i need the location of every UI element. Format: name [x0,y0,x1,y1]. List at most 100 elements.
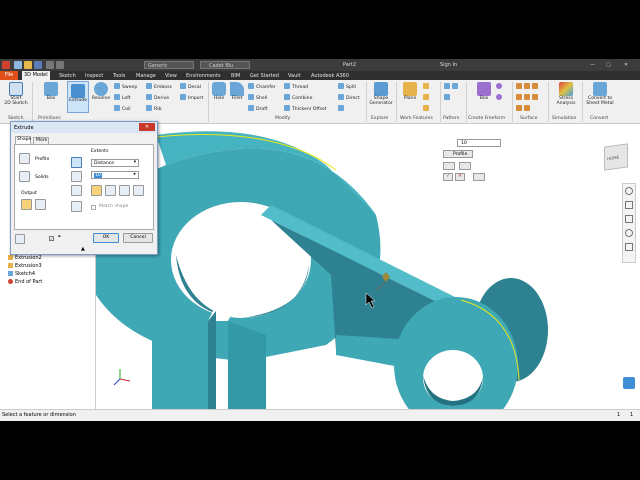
tab-manage[interactable]: Manage [136,73,156,79]
file-tab[interactable]: File [0,71,18,80]
orbit-icon[interactable] [625,229,633,237]
tab-bim[interactable]: BIM [231,73,240,79]
close-window-icon[interactable]: ✕ [624,62,628,68]
rect-pattern-button[interactable] [444,83,460,90]
box-button[interactable]: Box [40,82,62,101]
distance-field[interactable]: 10 ▸ [91,171,139,179]
match-shape-checkbox[interactable] [91,205,96,210]
browser-item[interactable]: Sketch4 [8,271,35,277]
tab-get-started[interactable]: Get Started [250,73,279,79]
convert-sheet-metal-button[interactable]: Convert to Sheet Metal [584,82,616,106]
browser-item[interactable]: End of Part [8,279,42,285]
mirror-button[interactable] [444,94,452,101]
tab-shape[interactable]: Shape [15,136,31,144]
maximize-icon[interactable]: ▢ [606,62,611,68]
pan-icon[interactable] [625,201,633,209]
graphics-window[interactable]: 10 Profile ✓ ✕ HOME [96,125,640,409]
fillet-button[interactable]: Fillet [228,82,246,101]
output-solid-button[interactable] [21,199,32,210]
preview-checkbox[interactable]: ✓ [49,236,54,241]
steering-wheel-icon[interactable] [625,187,633,195]
tab-sketch[interactable]: Sketch [59,73,76,79]
cut-button[interactable] [71,171,82,182]
direction-mini-button[interactable] [443,162,455,170]
revolve-button[interactable]: Revolve [90,82,112,101]
draft-button[interactable]: Draft [248,105,268,112]
tab-environments[interactable]: Environments [186,73,221,79]
chamfer-button[interactable]: Chamfer [248,83,276,90]
direction-2-button[interactable] [105,185,116,196]
ok-mini-icon[interactable]: ✓ [443,173,453,181]
ucs-button[interactable] [423,105,431,112]
zoom-icon[interactable] [625,215,633,223]
shape-generator-button[interactable]: Shape Generator [368,82,394,106]
symmetric-button[interactable] [119,185,130,196]
browser-item[interactable]: Extrusion3 [8,263,42,269]
profile-select-button[interactable] [19,153,30,164]
more-mini-button[interactable] [473,173,485,181]
undo-icon[interactable] [46,61,54,69]
coil-button[interactable]: Coil [114,105,131,112]
freeform-sphere-button[interactable] [496,83,504,90]
tab-vault[interactable]: Vault [288,73,301,79]
intersect-button[interactable] [71,185,82,196]
axis-button[interactable] [423,83,431,90]
ok-button[interactable]: OK [93,233,119,243]
surface-tools-3[interactable] [516,105,532,112]
minimize-icon[interactable]: — [590,62,595,68]
split-button[interactable]: Split [338,83,356,90]
help-button-icon[interactable] [623,377,635,389]
freeform-torus-button[interactable] [496,94,504,101]
help-icon[interactable] [15,234,25,244]
tab-tools[interactable]: Tools [113,73,125,79]
material-dropdown[interactable]: Generic [144,61,194,69]
expand-arrow-icon[interactable]: ▲ [81,246,85,252]
browser-item[interactable]: Extrusion2 [8,255,42,261]
emboss-button[interactable]: Emboss [146,83,172,90]
app-logo-icon[interactable] [2,61,10,69]
start-sketch-button[interactable]: Start 2D Sketch [4,82,28,106]
decal-button[interactable]: Decal [180,83,201,90]
rib-button[interactable]: Rib [146,105,161,112]
asymmetric-button[interactable] [133,185,144,196]
direction-1-button[interactable] [91,185,102,196]
shell-button[interactable]: Shell [248,94,267,101]
distance-mini-field[interactable]: 10 [457,139,501,147]
sign-in-link[interactable]: Sign In [440,62,457,68]
combine-button[interactable]: Combine [284,94,312,101]
tab-inspect[interactable]: Inspect [85,73,103,79]
stress-analysis-button[interactable]: Stress Analysis [552,82,580,106]
new-file-icon[interactable] [14,61,22,69]
tab-a360[interactable]: Autodesk A360 [311,73,349,79]
extents-dropdown[interactable]: Distance ▾ [91,159,139,167]
dialog-close-button[interactable]: ✕ [139,123,155,131]
tab-view[interactable]: View [165,73,177,79]
join-button[interactable] [71,157,82,168]
look-at-icon[interactable] [625,243,633,251]
profile-mini-dropdown[interactable]: Profile [443,150,473,158]
output-surface-button[interactable] [35,199,46,210]
derive-button[interactable]: Derive [146,94,169,101]
cancel-button[interactable]: Cancel [123,233,153,243]
open-icon[interactable] [24,61,32,69]
view-cube[interactable]: HOME [604,143,628,171]
surface-tools[interactable] [516,83,540,90]
new-solid-button[interactable] [71,201,82,212]
solids-select-button[interactable] [19,171,30,182]
redo-icon[interactable] [56,61,64,69]
appearance-dropdown[interactable]: Cadet Blu [200,61,250,69]
thread-button[interactable]: Thread [284,83,308,90]
save-icon[interactable] [34,61,42,69]
cancel-mini-icon[interactable]: ✕ [455,173,465,181]
tab-3d-model[interactable]: 3D Model [22,71,50,80]
import-button[interactable]: Import [180,94,203,101]
extrude-button[interactable]: Extrude [67,81,89,113]
loft-button[interactable]: Loft [114,94,131,101]
direct-button[interactable]: Direct [338,94,360,101]
delete-face-button[interactable] [338,105,346,112]
plane-button[interactable]: Plane [400,82,420,101]
freeform-box-button[interactable]: Box [474,82,494,101]
point-button[interactable] [423,94,431,101]
thicken-offset-button[interactable]: Thicken/ Offset [284,105,327,112]
sweep-button[interactable]: Sweep [114,83,137,90]
